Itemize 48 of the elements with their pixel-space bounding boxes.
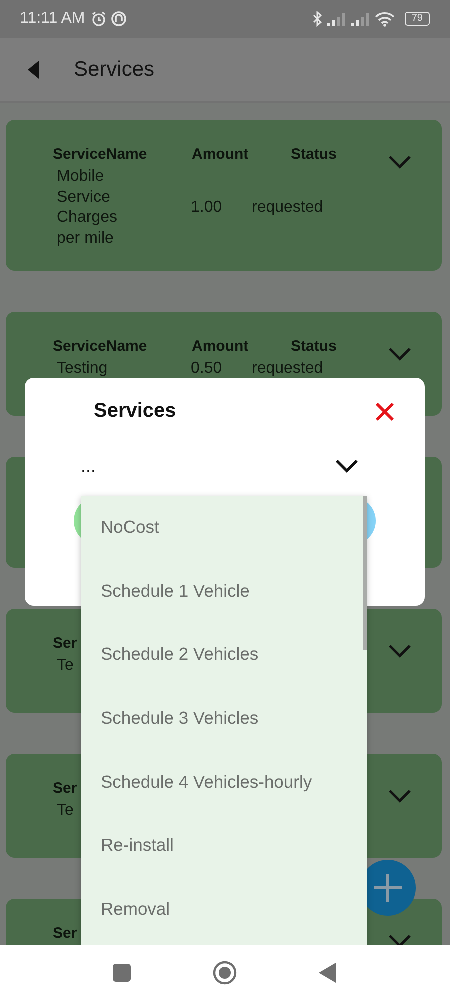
back-icon[interactable] <box>319 962 337 982</box>
column-header: ServiceName <box>53 146 148 164</box>
dropdown-option[interactable]: NoCost <box>81 496 367 560</box>
chevron-down-icon[interactable] <box>388 155 412 169</box>
column-header: ServiceName <box>53 338 148 356</box>
dropdown-option[interactable]: Schedule 2 Vehicles <box>81 623 367 687</box>
chevron-down-icon[interactable] <box>388 789 412 803</box>
recents-icon[interactable] <box>113 964 131 982</box>
column-header: Status <box>291 338 338 356</box>
page-title: Services <box>74 58 155 82</box>
dropdown-option[interactable]: Schedule 1 Vehicle <box>81 560 367 624</box>
signal-icon <box>326 12 347 26</box>
chevron-down-icon[interactable] <box>388 347 412 361</box>
column-header: Amount <box>192 146 250 164</box>
column-header: Ser <box>53 925 78 943</box>
close-icon[interactable] <box>375 402 395 422</box>
dropdown-option[interactable]: Schedule 3 Vehicles <box>81 686 367 750</box>
signal-icon <box>350 12 371 26</box>
wifi-icon <box>374 12 395 26</box>
table-cell-text: requested <box>252 359 324 379</box>
column-header: Ser <box>53 635 78 653</box>
table-cell-text: Testing <box>57 359 109 379</box>
swirl-icon <box>111 11 128 27</box>
chevron-down-icon <box>335 459 359 473</box>
table-cell-text: Mobile Service Charges per mile <box>57 167 118 248</box>
dropdown-option[interactable]: Re-install <box>81 814 367 878</box>
battery-indicator: 79 <box>404 12 430 26</box>
table-cell-text: 0.50 <box>191 359 224 379</box>
table-cell-text: Te <box>57 801 74 821</box>
alarm-clock-icon <box>91 11 108 27</box>
table-cell-text: 1.00 <box>191 198 224 218</box>
service-dropdown[interactable]: ... <box>81 451 359 481</box>
plus-icon <box>372 872 404 904</box>
chevron-down-icon[interactable] <box>388 934 412 945</box>
scrollbar[interactable] <box>363 496 367 650</box>
home-icon[interactable] <box>213 960 237 984</box>
dropdown-option[interactable]: Schedule 4 Vehicles-hourly <box>81 750 367 814</box>
column-header: Ser <box>53 780 78 798</box>
status-time: 11:11 AM <box>20 10 86 28</box>
table-cell-text: requested <box>252 198 324 218</box>
column-header: Status <box>291 146 338 164</box>
chevron-down-icon[interactable] <box>388 644 412 658</box>
table-cell-text: Te <box>57 656 74 676</box>
bluetooth-icon <box>312 11 323 27</box>
back-arrow-icon <box>28 60 40 78</box>
dropdown-option[interactable]: Removal <box>81 878 367 942</box>
column-header: Amount <box>192 338 250 356</box>
service-card[interactable]: ServiceName Amount Status Mobile Service Charges per mile 1.00 requested <box>6 120 442 271</box>
